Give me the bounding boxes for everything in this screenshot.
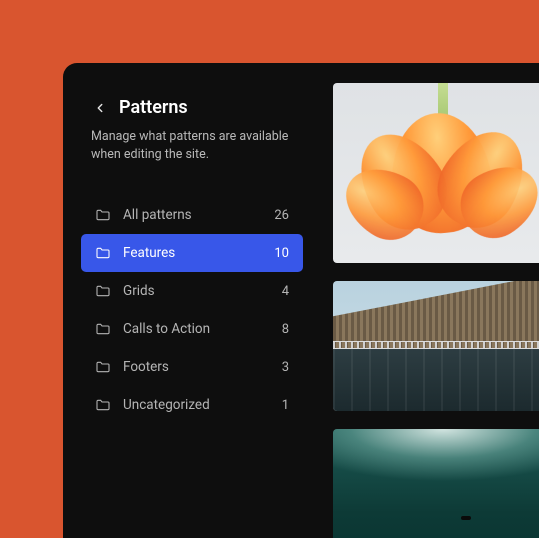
category-list: All patterns 26 Features 10 Grids 4 Call… (81, 196, 303, 424)
category-uncategorized[interactable]: Uncategorized 1 (81, 386, 303, 424)
pattern-thumbnail[interactable] (333, 281, 539, 411)
folder-icon (95, 397, 111, 413)
pattern-gallery (321, 63, 539, 538)
category-label: Grids (123, 283, 270, 299)
category-calls-to-action[interactable]: Calls to Action 8 (81, 310, 303, 348)
pattern-thumbnail[interactable] (333, 83, 539, 263)
thumbnail-image (333, 429, 539, 538)
thumbnail-image (333, 281, 539, 411)
category-count: 8 (282, 322, 289, 337)
folder-icon (95, 321, 111, 337)
category-label: Features (123, 245, 262, 261)
sidebar-header: Patterns (81, 97, 303, 118)
category-label: All patterns (123, 207, 262, 223)
stage-background: Patterns Manage what patterns are availa… (0, 0, 539, 538)
pattern-thumbnail[interactable] (333, 429, 539, 538)
folder-icon (95, 359, 111, 375)
patterns-sidebar: Patterns Manage what patterns are availa… (63, 63, 321, 538)
page-subtitle: Manage what patterns are available when … (81, 128, 303, 164)
category-label: Calls to Action (123, 321, 270, 337)
category-features[interactable]: Features 10 (81, 234, 303, 272)
category-count: 1 (282, 398, 289, 413)
chevron-left-icon (93, 101, 107, 115)
category-grids[interactable]: Grids 4 (81, 272, 303, 310)
category-count: 26 (274, 208, 289, 223)
thumbnail-image (333, 83, 539, 263)
category-label: Footers (123, 359, 270, 375)
page-title: Patterns (119, 97, 188, 118)
folder-icon (95, 207, 111, 223)
folder-icon (95, 245, 111, 261)
folder-icon (95, 283, 111, 299)
category-label: Uncategorized (123, 397, 270, 413)
category-footers[interactable]: Footers 3 (81, 348, 303, 386)
app-window: Patterns Manage what patterns are availa… (63, 63, 539, 538)
category-count: 10 (274, 246, 289, 261)
category-all-patterns[interactable]: All patterns 26 (81, 196, 303, 234)
back-button[interactable] (91, 99, 109, 117)
category-count: 4 (282, 284, 289, 299)
category-count: 3 (282, 360, 289, 375)
